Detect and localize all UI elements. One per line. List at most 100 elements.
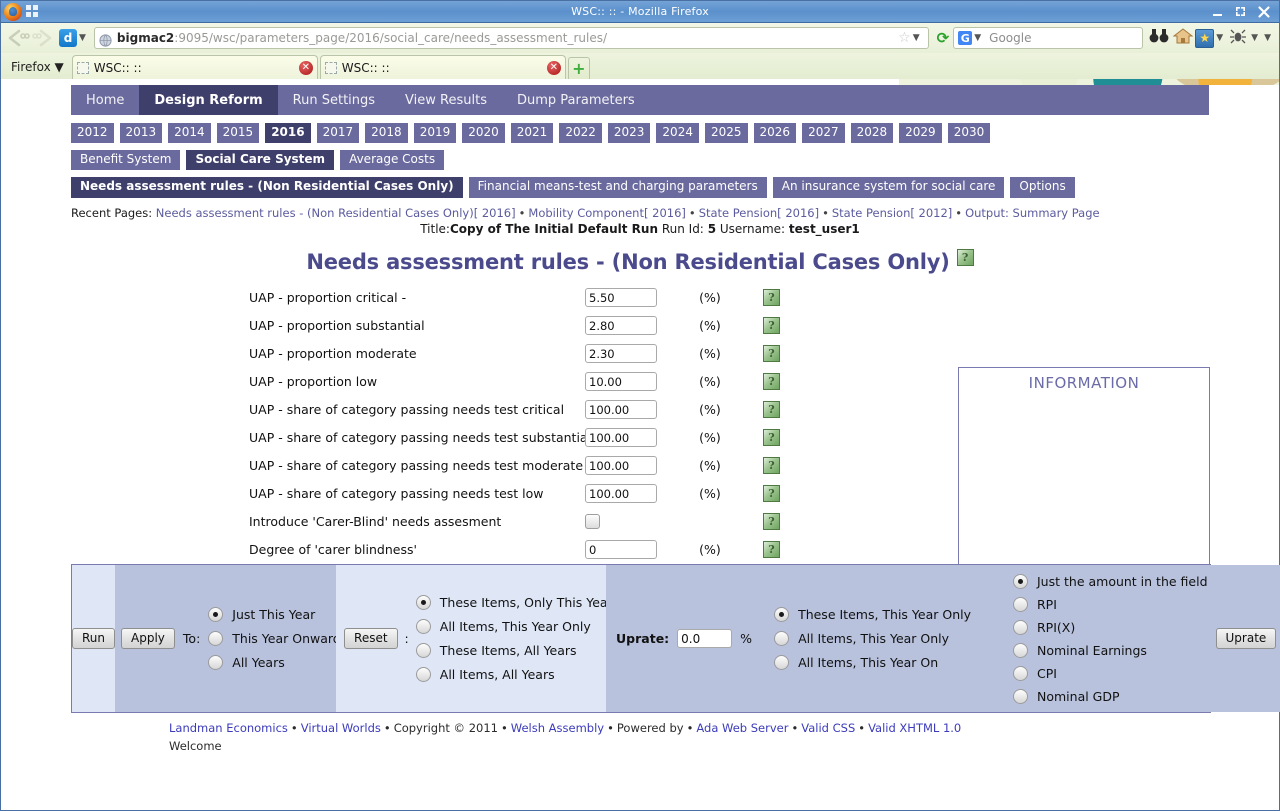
new-tab-button[interactable]: + xyxy=(568,57,590,79)
footer-link[interactable]: Virtual Worlds xyxy=(301,721,381,735)
year-tab-2023[interactable]: 2023 xyxy=(608,123,651,143)
uprate-index-option[interactable]: Nominal Earnings xyxy=(1013,643,1208,658)
form-row-input[interactable] xyxy=(585,344,657,363)
bookmarks-icon[interactable]: ★ xyxy=(1195,29,1214,48)
apply-scope-radio[interactable] xyxy=(208,655,223,670)
firefox-menu-button[interactable]: Firefox ▼ xyxy=(5,60,72,79)
run-button[interactable]: Run xyxy=(72,628,115,649)
recent-page-link[interactable]: Mobility Component[ 2016] xyxy=(528,206,685,220)
uprate-scope-radio[interactable] xyxy=(774,631,789,646)
year-tab-2021[interactable]: 2021 xyxy=(511,123,554,143)
uprate-index-option[interactable]: Nominal GDP xyxy=(1013,689,1208,704)
help-icon[interactable]: ? xyxy=(763,429,780,446)
system-tab-average-costs[interactable]: Average Costs xyxy=(340,150,444,170)
uprate-index-radio[interactable] xyxy=(1013,666,1028,681)
subtab-an-insurance-system-for-social-care[interactable]: An insurance system for social care xyxy=(773,177,1005,197)
binoculars-icon[interactable] xyxy=(1149,28,1169,48)
apply-scope-option[interactable]: This Year Onward xyxy=(208,631,340,646)
help-icon[interactable]: ? xyxy=(763,345,780,362)
forward-icon[interactable] xyxy=(31,26,57,50)
subtab-financial-means-test-and-charging-parameters[interactable]: Financial means-test and charging parame… xyxy=(469,177,767,197)
apply-button[interactable]: Apply xyxy=(121,628,175,649)
footer-link[interactable]: Welsh Assembly xyxy=(511,721,604,735)
apply-scope-radio[interactable] xyxy=(208,607,223,622)
year-tab-2028[interactable]: 2028 xyxy=(851,123,894,143)
reset-scope-option[interactable]: These Items, Only This Year xyxy=(416,595,613,610)
uprate-index-option[interactable]: Just the amount in the field xyxy=(1013,574,1208,589)
year-tab-2020[interactable]: 2020 xyxy=(462,123,505,143)
form-row-input[interactable] xyxy=(585,316,657,335)
subtab-options[interactable]: Options xyxy=(1010,177,1074,197)
home-icon[interactable] xyxy=(1173,27,1193,49)
form-row-input[interactable] xyxy=(585,400,657,419)
reset-scope-radio[interactable] xyxy=(416,619,431,634)
grid-menu-icon[interactable] xyxy=(26,5,40,19)
download-manager-icon[interactable]: d xyxy=(59,29,77,47)
year-tab-2027[interactable]: 2027 xyxy=(802,123,845,143)
reset-scope-radio[interactable] xyxy=(416,595,431,610)
uprate-scope-option[interactable]: All Items, This Year On xyxy=(774,655,971,670)
reset-button[interactable]: Reset xyxy=(344,628,398,649)
search-input[interactable]: Google xyxy=(989,31,1031,45)
apply-scope-option[interactable]: Just This Year xyxy=(208,607,340,622)
reload-icon[interactable]: ⟳ xyxy=(937,29,950,47)
search-engine-chevron-icon[interactable]: ▼ xyxy=(974,33,981,43)
help-icon[interactable]: ? xyxy=(763,373,780,390)
tab-close-icon[interactable]: ✕ xyxy=(547,61,561,75)
uprate-index-radio[interactable] xyxy=(1013,620,1028,635)
form-row-input[interactable] xyxy=(585,372,657,391)
maximize-icon[interactable] xyxy=(1234,5,1247,18)
close-icon[interactable] xyxy=(1257,5,1271,19)
year-tab-2024[interactable]: 2024 xyxy=(656,123,699,143)
year-tab-2026[interactable]: 2026 xyxy=(754,123,797,143)
uprate-index-option[interactable]: CPI xyxy=(1013,666,1208,681)
bookmarks-chevron-icon[interactable]: ▼ xyxy=(1216,33,1223,43)
uprate-index-radio[interactable] xyxy=(1013,597,1028,612)
form-row-input[interactable] xyxy=(585,484,657,503)
urlbar-chevron-icon[interactable]: ▼ xyxy=(913,33,920,43)
year-tab-2018[interactable]: 2018 xyxy=(365,123,408,143)
uprate-scope-radio[interactable] xyxy=(774,607,789,622)
uprate-scope-option[interactable]: These Items, This Year Only xyxy=(774,607,971,622)
uprate-index-option[interactable]: RPI(X) xyxy=(1013,620,1208,635)
reset-scope-radio[interactable] xyxy=(416,643,431,658)
year-tab-2029[interactable]: 2029 xyxy=(899,123,942,143)
uprate-index-radio[interactable] xyxy=(1013,574,1028,589)
footer-link[interactable]: Valid XHTML 1.0 xyxy=(868,721,961,735)
mainnav-item-run-settings[interactable]: Run Settings xyxy=(278,85,390,115)
browser-tab[interactable]: WSC:: :: ✕ xyxy=(320,55,566,79)
bug-icon[interactable] xyxy=(1229,28,1247,48)
apply-scope-radio[interactable] xyxy=(208,631,223,646)
recent-page-link[interactable]: State Pension[ 2016] xyxy=(699,206,819,220)
year-tab-2025[interactable]: 2025 xyxy=(705,123,748,143)
download-chevron-icon[interactable]: ▼ xyxy=(79,33,86,43)
back-icon[interactable] xyxy=(5,26,31,50)
year-tab-2012[interactable]: 2012 xyxy=(71,123,114,143)
bookmark-star-icon[interactable]: ☆ xyxy=(898,30,911,46)
form-row-input[interactable] xyxy=(585,540,657,559)
form-row-checkbox[interactable] xyxy=(585,514,600,529)
tab-close-icon[interactable]: ✕ xyxy=(299,61,313,75)
uprate-scope-option[interactable]: All Items, This Year Only xyxy=(774,631,971,646)
footer-link[interactable]: Valid CSS xyxy=(801,721,855,735)
form-row-input[interactable] xyxy=(585,288,657,307)
recent-page-link[interactable]: Output: Summary Page xyxy=(965,206,1100,220)
help-icon[interactable]: ? xyxy=(763,401,780,418)
mainnav-item-dump-parameters[interactable]: Dump Parameters xyxy=(502,85,650,115)
bug-chevron-icon[interactable]: ▼ xyxy=(1251,33,1258,43)
apply-scope-option[interactable]: All Years xyxy=(208,655,340,670)
minimize-icon[interactable] xyxy=(1211,5,1224,18)
uprate-index-option[interactable]: RPI xyxy=(1013,597,1208,612)
recent-page-link[interactable]: State Pension[ 2012] xyxy=(832,206,952,220)
reset-scope-radio[interactable] xyxy=(416,667,431,682)
subtab-needs-assessment-rules-non-residential-cases-only[interactable]: Needs assessment rules - (Non Residentia… xyxy=(71,177,463,197)
recent-page-link[interactable]: Needs assessment rules - (Non Residentia… xyxy=(156,206,516,220)
year-tab-2013[interactable]: 2013 xyxy=(120,123,163,143)
google-icon[interactable]: G xyxy=(958,31,972,45)
form-row-input[interactable] xyxy=(585,456,657,475)
uprate-input[interactable] xyxy=(677,629,732,648)
uprate-button[interactable]: Uprate xyxy=(1216,628,1277,649)
reset-scope-option[interactable]: These Items, All Years xyxy=(416,643,613,658)
help-icon[interactable]: ? xyxy=(763,485,780,502)
system-tab-benefit-system[interactable]: Benefit System xyxy=(71,150,180,170)
